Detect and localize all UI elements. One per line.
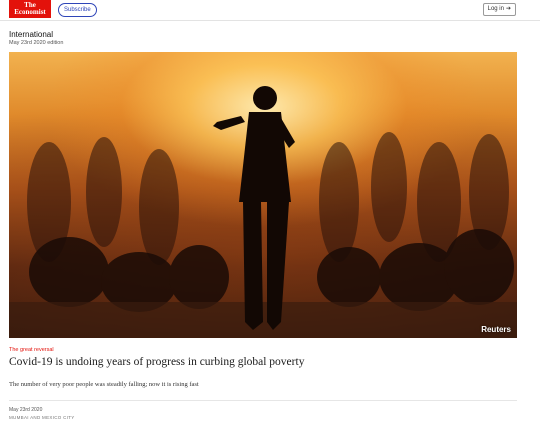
login-label: Log in: [487, 6, 504, 12]
crowd-silhouettes: [9, 86, 517, 338]
article-date: May 23rd 2020: [9, 407, 43, 413]
article-headline[interactable]: Covid-19 is undoing years of progress in…: [9, 356, 304, 368]
login-button[interactable]: Log in ➔: [482, 3, 516, 16]
arrow-right-icon: ➔: [505, 6, 511, 12]
top-navigation-bar: The Economist Subscribe Log in ➔: [0, 0, 540, 21]
edition-label: May 23rd 2020 edition: [9, 40, 64, 46]
article-standfirst: The number of very poor people was stead…: [9, 381, 199, 388]
article-kicker: The great reversal: [9, 347, 54, 353]
hero-image: Reuters: [9, 52, 517, 338]
article-dateline: MUMBAI AND MEXICO CITY: [9, 415, 75, 420]
logo-line-2: Economist: [14, 8, 46, 16]
section-link[interactable]: International: [9, 30, 53, 39]
subscribe-button[interactable]: Subscribe: [58, 3, 97, 17]
economist-logo[interactable]: The Economist: [9, 0, 51, 18]
divider: [9, 400, 517, 401]
image-credit: Reuters: [481, 325, 511, 334]
